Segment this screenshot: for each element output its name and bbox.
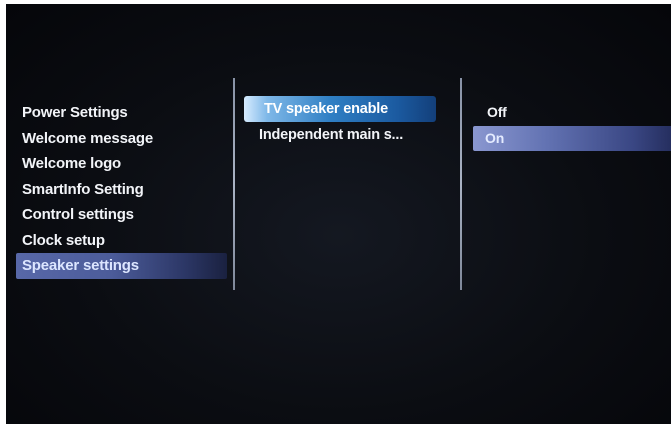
option-off[interactable]: Off <box>475 100 671 126</box>
column-divider <box>460 78 462 290</box>
speaker-settings-submenu: TV speaker enable Independent main s... <box>244 96 437 148</box>
menu-item-clock-setup[interactable]: Clock setup <box>22 228 227 254</box>
menu-item-speaker-settings[interactable]: Speaker settings <box>16 253 227 279</box>
submenu-item-independent-main-speaker[interactable]: Independent main s... <box>247 122 437 148</box>
submenu-item-tv-speaker-enable[interactable]: TV speaker enable <box>244 96 436 122</box>
option-on[interactable]: On <box>473 125 671 151</box>
option-values-menu: Off On <box>473 100 671 151</box>
menu-item-welcome-message[interactable]: Welcome message <box>22 126 227 152</box>
menu-item-welcome-logo[interactable]: Welcome logo <box>22 151 227 177</box>
settings-category-menu: Power Settings Welcome message Welcome l… <box>16 100 227 279</box>
menu-item-control-settings[interactable]: Control settings <box>22 202 227 228</box>
menu-item-smartinfo-setting[interactable]: SmartInfo Setting <box>22 177 227 203</box>
column-divider <box>233 78 235 290</box>
menu-item-power-settings[interactable]: Power Settings <box>22 100 227 126</box>
tv-settings-screen: Power Settings Welcome message Welcome l… <box>6 4 671 424</box>
